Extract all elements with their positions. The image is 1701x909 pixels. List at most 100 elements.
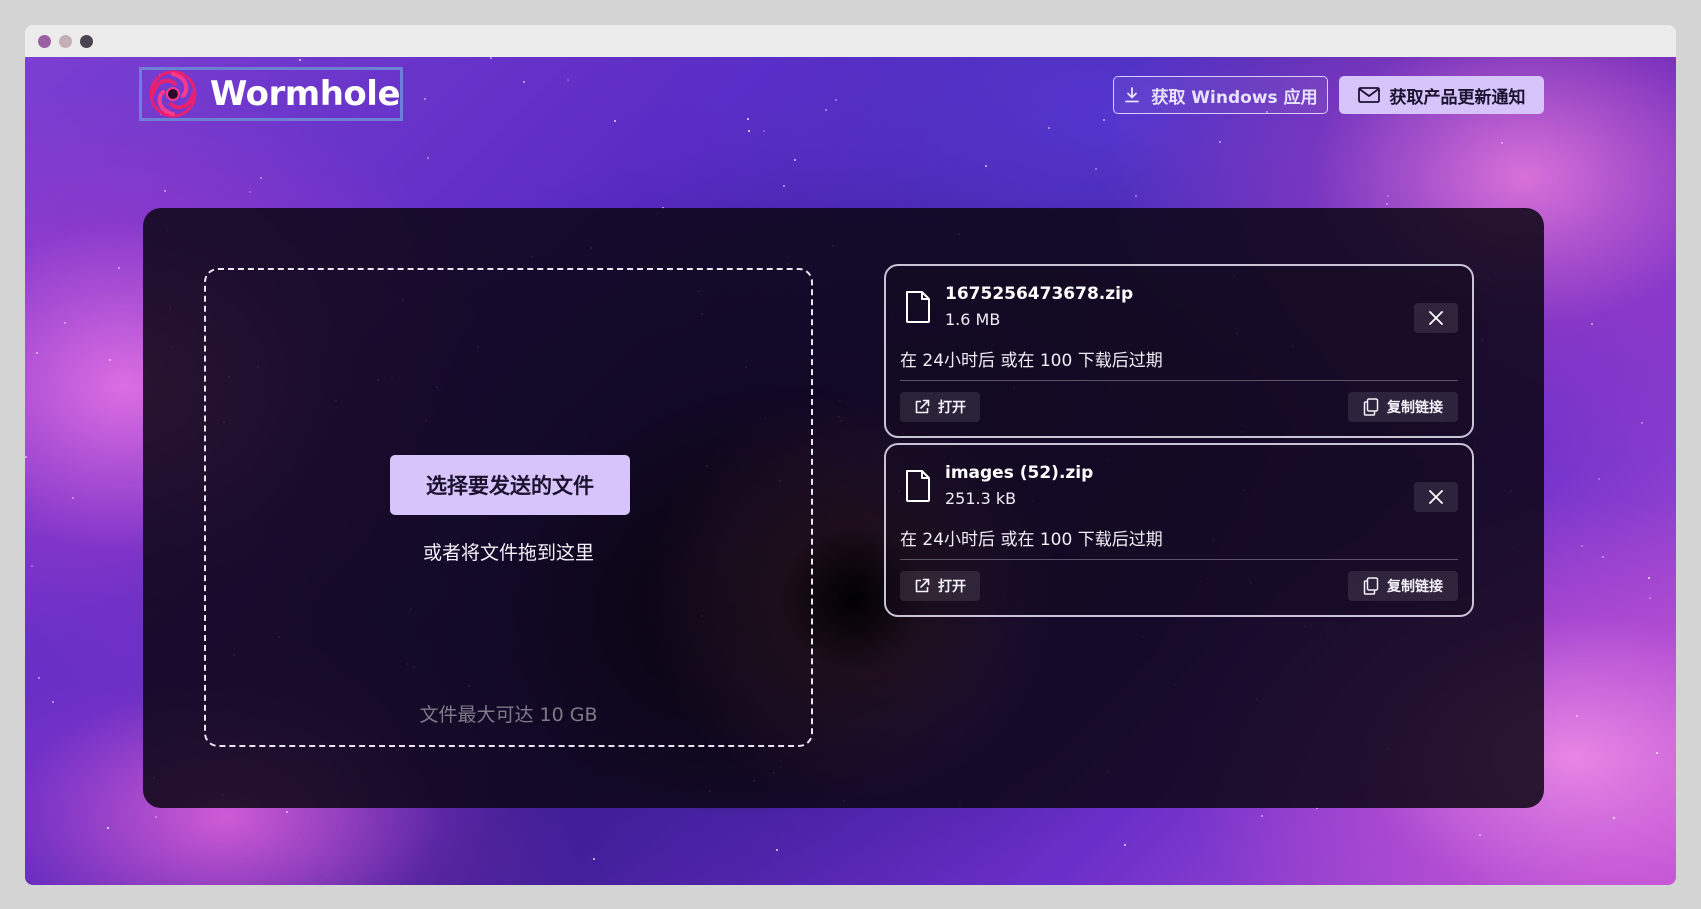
star (1602, 556, 1604, 558)
star (614, 120, 616, 122)
star (985, 165, 987, 167)
star (1387, 195, 1389, 197)
star (794, 159, 796, 161)
expiry-text: 在 24小时后 或在 100 下载后过期 (900, 351, 1163, 371)
star (1613, 817, 1615, 819)
star (286, 811, 288, 813)
file-icon (906, 291, 930, 323)
page-viewport: Wormhole 获取 Windows 应用 获取产品更新通知 选择要发送的文件… (25, 57, 1676, 885)
minimize-window-dot[interactable] (59, 34, 72, 48)
star (1501, 142, 1503, 144)
logo-text: Wormhole (209, 74, 401, 114)
copy-link-button[interactable]: 复制链接 (1348, 392, 1458, 422)
choose-file-button[interactable]: 选择要发送的文件 (390, 455, 630, 515)
close-window-dot[interactable] (38, 34, 51, 48)
close-icon (1429, 490, 1443, 504)
file-card: 1675256473678.zip 1.6 MB 在 24小时后 或在 100 … (884, 264, 1474, 438)
file-size: 251.3 kB (945, 489, 1017, 508)
main-panel: 选择要发送的文件 或者将文件拖到这里 文件最大可达 10 GB 16752564… (143, 208, 1544, 808)
maximize-window-dot[interactable] (80, 34, 93, 48)
star (1649, 597, 1651, 599)
star (747, 118, 749, 120)
star (118, 267, 120, 269)
file-name: images (52).zip (945, 463, 1094, 483)
logo[interactable]: Wormhole (139, 67, 403, 121)
star (260, 177, 262, 179)
star (825, 109, 827, 111)
star (1641, 422, 1643, 424)
file-size: 1.6 MB (945, 310, 1001, 329)
remove-file-button[interactable] (1414, 482, 1458, 512)
open-file-button[interactable]: 打开 (900, 392, 980, 422)
remove-file-button[interactable] (1414, 303, 1458, 333)
star (1048, 127, 1050, 129)
download-icon (1125, 87, 1140, 103)
star (1124, 844, 1126, 846)
star (107, 827, 109, 829)
star (31, 565, 33, 567)
star (25, 456, 27, 458)
copy-link-label: 复制链接 (1387, 400, 1443, 416)
star (748, 130, 750, 132)
star (109, 359, 111, 361)
get-updates-button[interactable]: 获取产品更新通知 (1339, 76, 1544, 114)
clipboard-icon (1363, 577, 1379, 595)
copy-link-label: 复制链接 (1387, 579, 1443, 595)
star (490, 57, 492, 59)
star (1576, 715, 1578, 717)
star (1581, 545, 1583, 547)
file-dropzone[interactable]: 选择要发送的文件 或者将文件拖到这里 文件最大可达 10 GB (204, 268, 813, 747)
open-file-button[interactable]: 打开 (900, 571, 980, 601)
get-windows-app-label: 获取 Windows 应用 (1151, 87, 1318, 108)
close-icon (1429, 311, 1443, 325)
star (249, 191, 251, 193)
card-divider (900, 559, 1458, 560)
star (1648, 577, 1650, 579)
max-size-note: 文件最大可达 10 GB (419, 704, 598, 726)
wormhole-swirl-icon (149, 70, 197, 118)
star (1479, 834, 1481, 836)
star (155, 816, 157, 818)
file-name: 1675256473678.zip (945, 284, 1134, 304)
star (299, 59, 301, 61)
star (52, 701, 54, 703)
browser-window: Wormhole 获取 Windows 应用 获取产品更新通知 选择要发送的文件… (25, 25, 1676, 885)
star (1135, 195, 1137, 197)
star (1219, 141, 1221, 143)
card-divider (900, 380, 1458, 381)
expiry-text: 在 24小时后 或在 100 下载后过期 (900, 530, 1163, 550)
star (567, 79, 569, 81)
mail-icon (1357, 87, 1380, 103)
drag-hint: 或者将文件拖到这里 (422, 542, 594, 564)
get-windows-app-button[interactable]: 获取 Windows 应用 (1113, 76, 1328, 114)
star (1386, 203, 1388, 205)
star (1261, 815, 1263, 817)
star (523, 81, 525, 83)
star (835, 99, 837, 101)
file-card: images (52).zip 251.3 kB 在 24小时后 或在 100 … (884, 443, 1474, 617)
star (72, 497, 74, 499)
get-updates-label: 获取产品更新通知 (1389, 87, 1526, 108)
title-bar (25, 25, 1676, 57)
star (1656, 752, 1658, 754)
star (1598, 478, 1600, 480)
star (1591, 323, 1593, 325)
external-link-icon (915, 399, 930, 414)
star (427, 157, 429, 159)
external-link-icon (915, 578, 930, 593)
star (783, 185, 785, 187)
clipboard-icon (1363, 398, 1379, 416)
star (36, 352, 38, 354)
open-label: 打开 (938, 579, 966, 595)
open-label: 打开 (938, 400, 966, 416)
star (1095, 168, 1097, 170)
star (1103, 119, 1105, 121)
star (164, 190, 166, 192)
star (424, 98, 426, 100)
star (776, 849, 778, 851)
file-icon (906, 470, 930, 502)
star (763, 130, 765, 132)
star (38, 677, 40, 679)
star (593, 858, 595, 860)
copy-link-button[interactable]: 复制链接 (1348, 571, 1458, 601)
